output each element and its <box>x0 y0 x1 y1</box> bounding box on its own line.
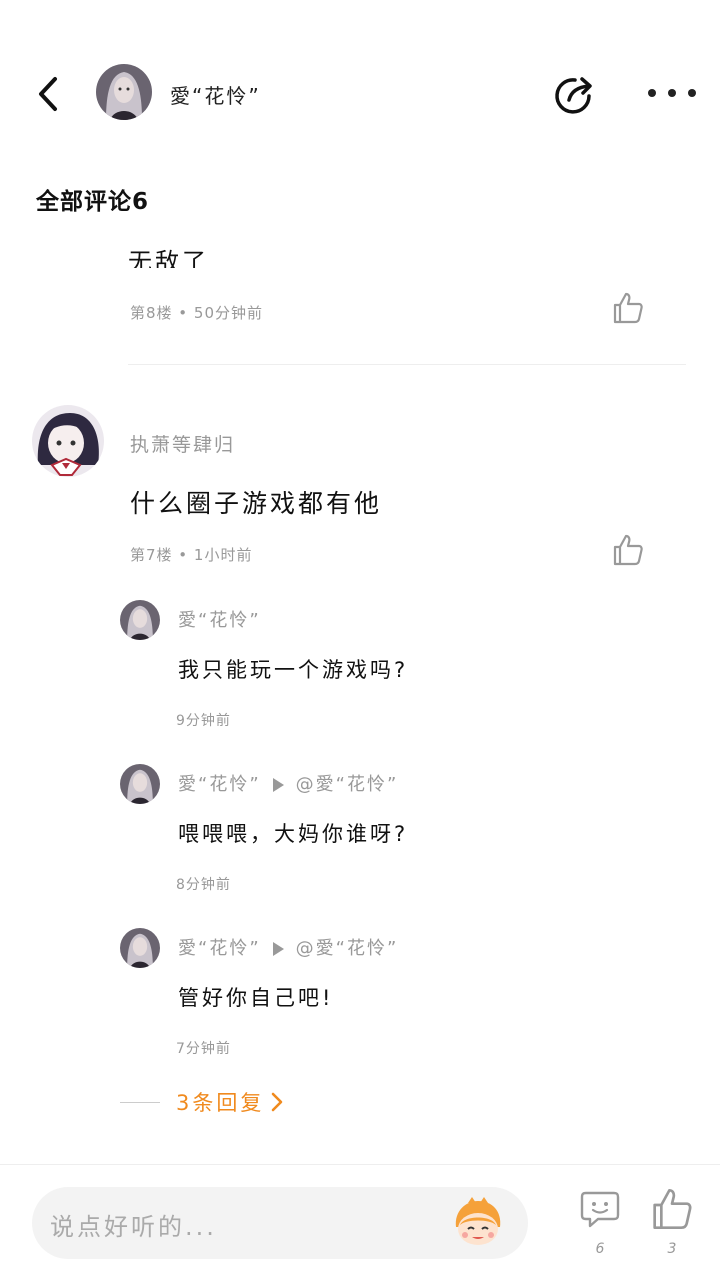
reply-text: 喂喂喂，大妈你谁呀? <box>178 822 409 846</box>
comment-text: 什么圈子游戏都有他 <box>130 489 383 518</box>
top-bar: 愛“花怜” <box>0 56 720 128</box>
reply-avatar[interactable] <box>120 928 160 968</box>
reply-text: 我只能玩一个游戏吗? <box>178 658 409 682</box>
commenter-name[interactable]: 执萧等肆归 <box>130 430 235 457</box>
reply-item[interactable]: 愛“花怜” @愛“花怜” 喂喂喂，大妈你谁呀? 8分钟前 <box>120 764 680 894</box>
reply-to-user[interactable]: @愛“花怜” <box>296 774 399 795</box>
share-button[interactable] <box>553 72 597 116</box>
thumbs-up-icon <box>613 292 643 324</box>
reply-arrow-icon <box>272 778 284 792</box>
reply-time: 9分钟前 <box>176 713 231 729</box>
reply-time: 8分钟前 <box>176 877 231 893</box>
more-replies-label[interactable]: 3条回复 <box>176 1087 264 1117</box>
comment-input-placeholder: 说点好听的... <box>50 1213 217 1241</box>
comment-meta: 第7楼 • 1小时前 <box>130 546 253 564</box>
thumbs-up-icon <box>613 534 643 566</box>
author-avatar[interactable] <box>96 64 152 120</box>
reply-text: 管好你自己吧! <box>178 986 334 1010</box>
reply-avatar[interactable] <box>120 600 160 640</box>
back-button[interactable] <box>30 74 66 114</box>
reply-item[interactable]: 愛“花怜” 我只能玩一个游戏吗? 9分钟前 <box>120 600 680 730</box>
like-count: 3 <box>667 1241 677 1257</box>
more-dots-icon <box>648 89 656 97</box>
reply-time: 7分钟前 <box>176 1041 231 1057</box>
bottom-bar: 说点好听的... 6 3 <box>0 1164 720 1280</box>
reply-user[interactable]: 愛“花怜” @愛“花怜” <box>178 934 398 960</box>
comment-input[interactable]: 说点好听的... <box>32 1187 528 1259</box>
reply-user[interactable]: 愛“花怜” @愛“花怜” <box>178 770 398 796</box>
chevron-right-icon <box>272 1092 283 1112</box>
mascot-emoji-icon[interactable] <box>450 1197 506 1249</box>
commenter-avatar[interactable] <box>32 405 104 477</box>
chevron-left-icon <box>39 77 57 111</box>
more-button[interactable] <box>648 78 696 108</box>
comment-count: 6 <box>595 1241 605 1257</box>
author-name[interactable]: 愛“花怜” <box>170 80 261 109</box>
thumbs-up-icon <box>653 1189 692 1229</box>
previous-comment-meta: 第8楼 • 50分钟前 <box>130 304 264 322</box>
reply-to-user[interactable]: @愛“花怜” <box>296 938 399 959</box>
comment-bubble-icon <box>580 1191 620 1228</box>
like-button[interactable]: 3 <box>648 1185 696 1261</box>
share-icon <box>555 77 592 114</box>
reply-arrow-icon <box>272 942 284 956</box>
comment-like-button[interactable] <box>610 532 646 568</box>
previous-comment-text: 无敌了 <box>128 248 209 268</box>
divider <box>120 1101 160 1103</box>
divider <box>128 364 686 365</box>
comments-button[interactable]: 6 <box>576 1185 624 1261</box>
previous-comment-like-button[interactable] <box>610 290 646 326</box>
section-title: 全部评论6 <box>36 189 150 215</box>
view-more-replies-link[interactable]: 3条回复 <box>120 1086 284 1118</box>
reply-avatar[interactable] <box>120 764 160 804</box>
reply-user[interactable]: 愛“花怜” <box>178 606 261 632</box>
reply-item[interactable]: 愛“花怜” @愛“花怜” 管好你自己吧! 7分钟前 <box>120 928 680 1058</box>
